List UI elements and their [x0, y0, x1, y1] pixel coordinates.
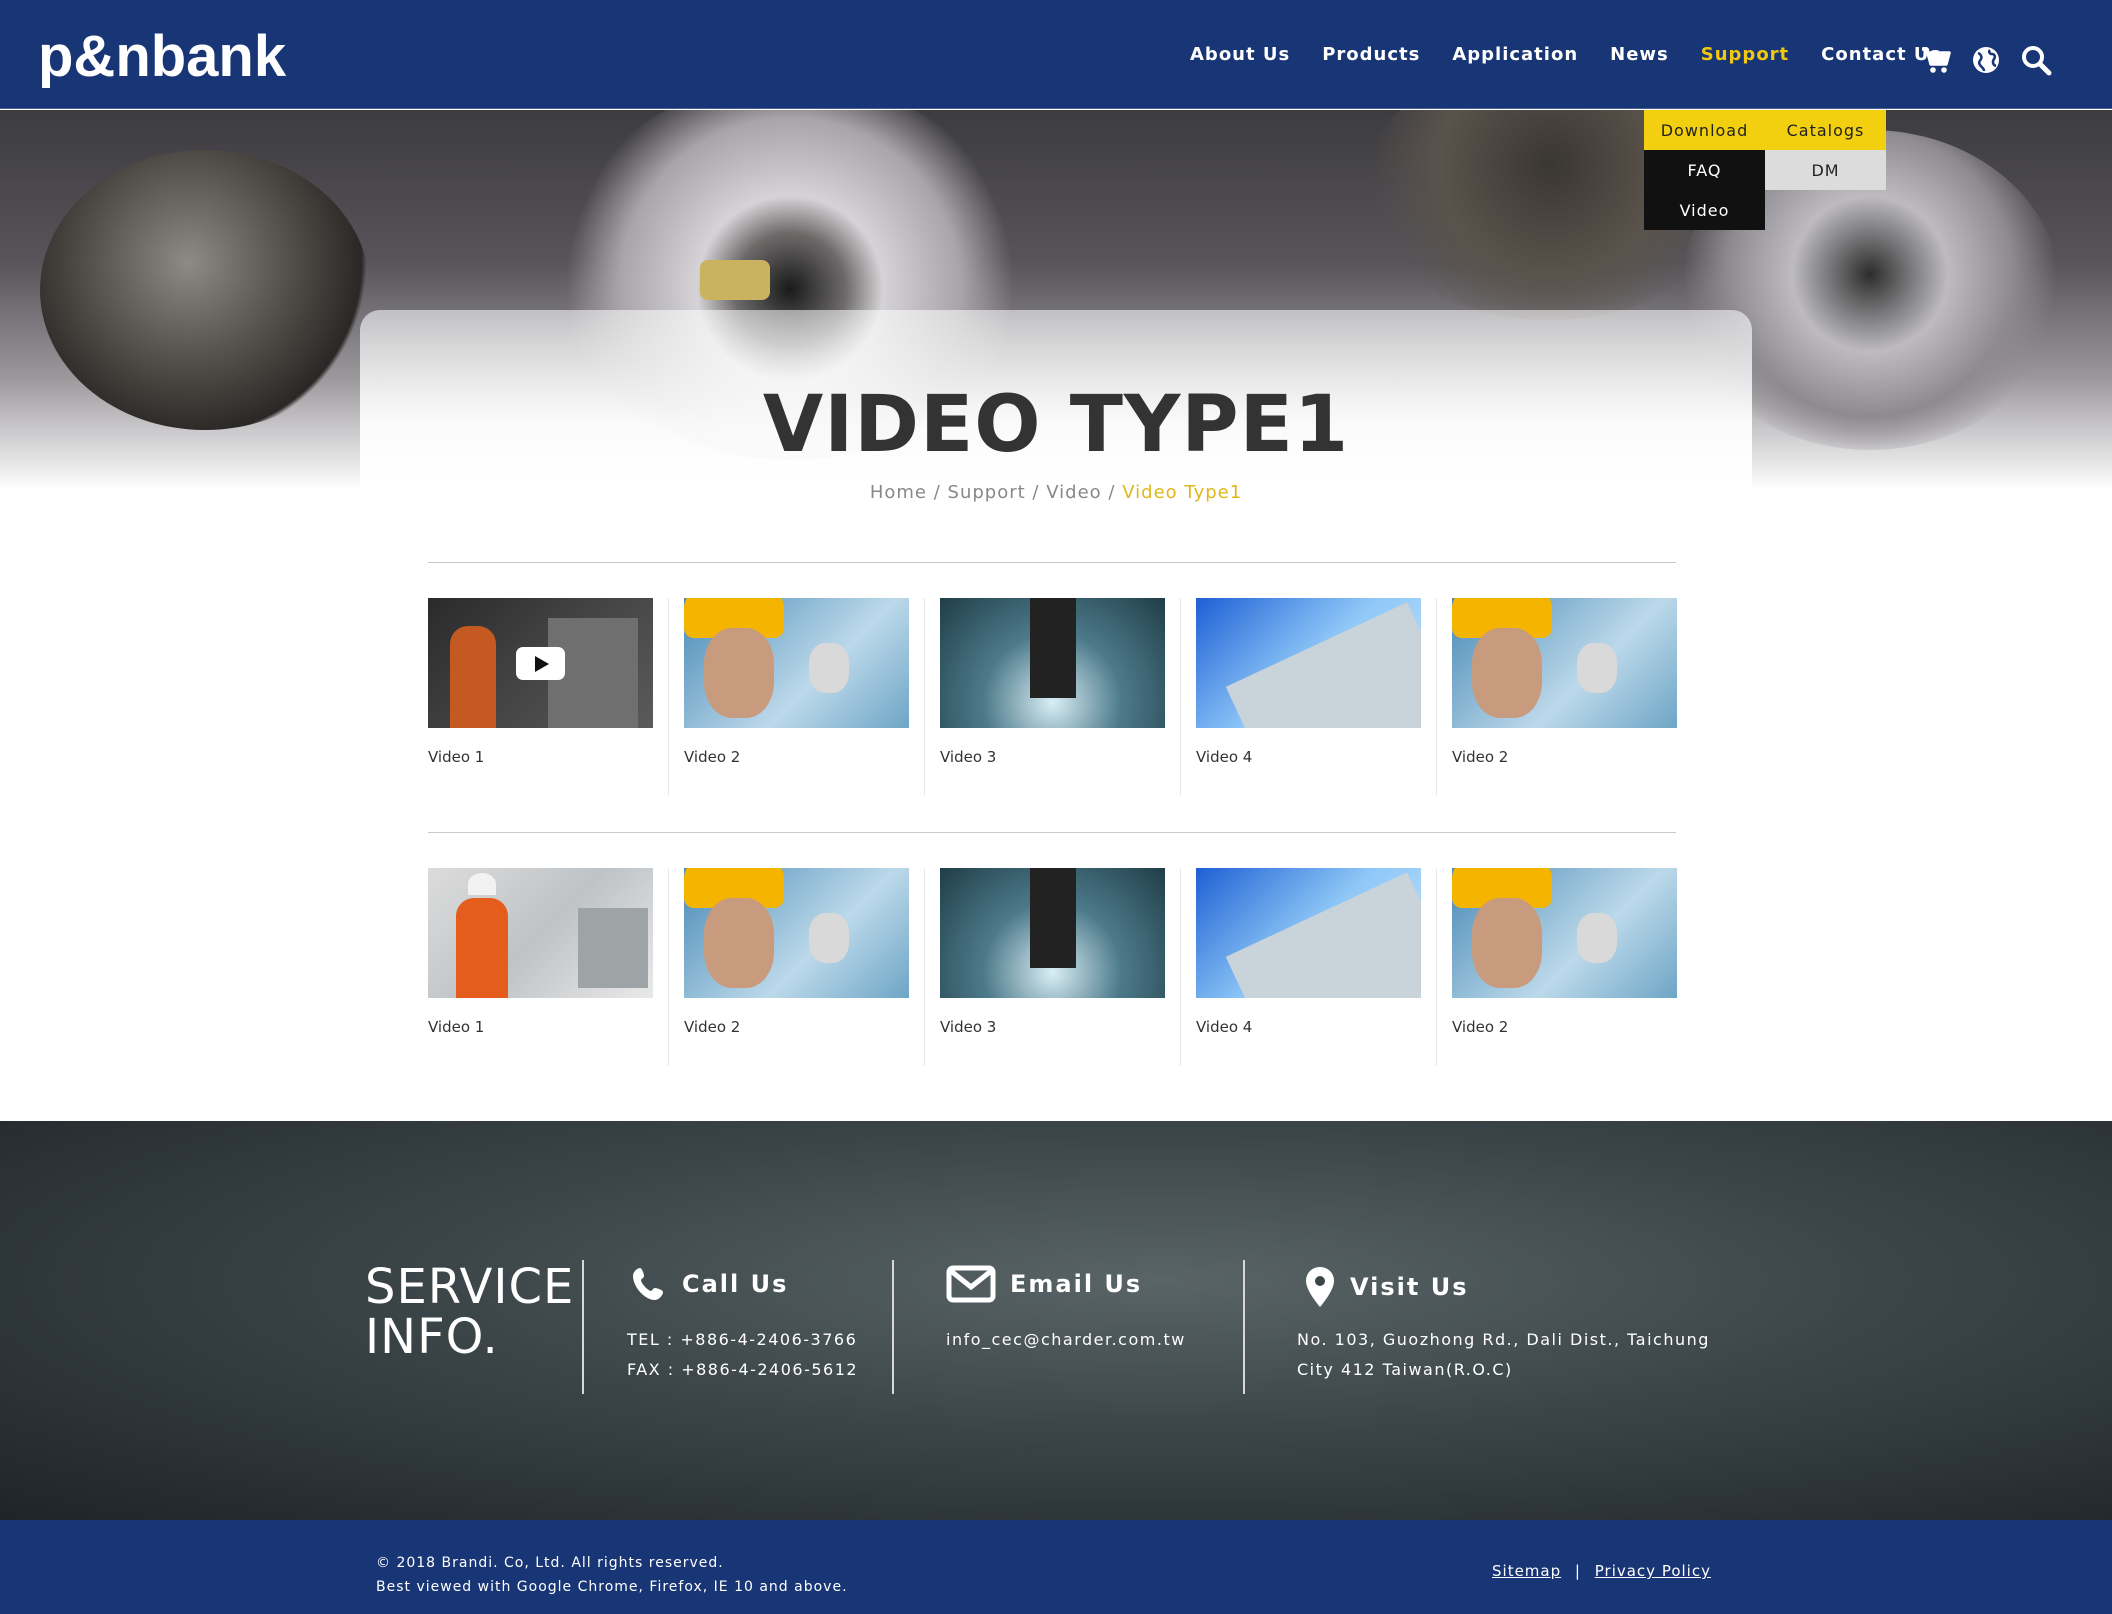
video-title[interactable]: Video 1 [428, 1018, 653, 1036]
video-title[interactable]: Video 4 [1196, 1018, 1421, 1036]
tel-number[interactable]: TEL : +886-4-2406-3766 [627, 1325, 858, 1355]
video-thumbnail[interactable] [1452, 598, 1677, 728]
row-divider [428, 832, 1676, 833]
nav-about-us[interactable]: About Us [1190, 44, 1290, 65]
video-title[interactable]: Video 2 [684, 1018, 909, 1036]
video-card[interactable]: Video 2 [684, 598, 925, 796]
email-us-title: Email Us [1010, 1270, 1143, 1298]
video-thumbnail[interactable] [428, 598, 653, 728]
service-info-heading: SERVICE INFO. [365, 1262, 574, 1362]
copyright: © 2018 Brandi. Co, Ltd. All rights reser… [376, 1551, 848, 1599]
video-card[interactable]: Video 2 [1452, 598, 1677, 766]
submenu-faq[interactable]: FAQ [1644, 150, 1765, 190]
site-header: p&nbank About Us Products Application Ne… [0, 0, 2112, 109]
submenu-dm[interactable]: DM [1765, 150, 1886, 190]
search-icon[interactable] [2020, 44, 2052, 76]
breadcrumb-sep: / [933, 482, 941, 503]
video-title[interactable]: Video 1 [428, 748, 653, 766]
breadcrumb-current: Video Type1 [1122, 482, 1243, 503]
sitemap-link[interactable]: Sitemap [1492, 1562, 1561, 1580]
address: No. 103, Guozhong Rd., Dali Dist., Taich… [1297, 1325, 1710, 1385]
globe-icon[interactable] [1970, 44, 2002, 76]
nav-application[interactable]: Application [1452, 44, 1578, 65]
envelope-icon [946, 1265, 996, 1303]
video-title[interactable]: Video 2 [1452, 1018, 1677, 1036]
video-card[interactable]: Video 1 [428, 868, 669, 1066]
address-line-2: City 412 Taiwan(R.O.C) [1297, 1360, 1513, 1379]
map-pin-icon [1306, 1267, 1334, 1307]
video-row-1: Video 1 Video 2 Video 3 Video 4 Video 2 [428, 598, 1690, 796]
email-us-heading: Email Us [946, 1265, 1142, 1303]
nav-products[interactable]: Products [1322, 44, 1420, 65]
video-card[interactable]: Video 4 [1196, 868, 1437, 1066]
video-title[interactable]: Video 2 [1452, 748, 1677, 766]
browser-note: Best viewed with Google Chrome, Firefox,… [376, 1579, 848, 1595]
breadcrumb-home[interactable]: Home [870, 482, 927, 503]
nav-news[interactable]: News [1610, 44, 1669, 65]
video-title[interactable]: Video 3 [940, 748, 1165, 766]
play-icon[interactable] [516, 647, 565, 680]
call-us-details: TEL : +886-4-2406-3766 FAX : +886-4-2406… [627, 1325, 858, 1385]
breadcrumb: Home / Support / Video / Video Type1 [0, 482, 2112, 503]
video-thumbnail[interactable] [1196, 868, 1421, 998]
visit-us-heading: Visit Us [1304, 1265, 1469, 1309]
video-card[interactable]: Video 3 [940, 598, 1181, 796]
privacy-policy-link[interactable]: Privacy Policy [1595, 1562, 1711, 1580]
video-card[interactable]: Video 4 [1196, 598, 1437, 796]
fax-number: FAX : +886-4-2406-5612 [627, 1360, 859, 1379]
header-icons [1920, 44, 2070, 76]
phone-icon [633, 1268, 663, 1300]
video-card[interactable]: Video 2 [684, 868, 925, 1066]
footer-links: Sitemap | Privacy Policy [1492, 1562, 1711, 1580]
video-card[interactable]: Video 2 [1452, 868, 1677, 1036]
video-card[interactable]: Video 3 [940, 868, 1181, 1066]
page-title: VIDEO TYPE1 [762, 380, 1350, 470]
main-nav: About Us Products Application News Suppo… [1190, 0, 1973, 109]
submenu-catalogs[interactable]: Catalogs [1765, 110, 1886, 150]
footer-bottom-bar [0, 1520, 2112, 1614]
row-divider [428, 562, 1676, 563]
visit-us-title: Visit Us [1350, 1273, 1469, 1301]
video-title[interactable]: Video 4 [1196, 748, 1421, 766]
email-address[interactable]: info_cec@charder.com.tw [946, 1325, 1186, 1355]
video-thumbnail[interactable] [1196, 598, 1421, 728]
footer-service [0, 1121, 2112, 1520]
breadcrumb-sep: / [1032, 482, 1040, 503]
nav-support[interactable]: Support [1701, 44, 1789, 65]
logo-text: p&nbank [38, 24, 287, 89]
link-separator: | [1574, 1562, 1581, 1580]
video-thumbnail[interactable] [428, 868, 653, 998]
footer-divider [892, 1260, 894, 1394]
video-thumbnail[interactable] [940, 868, 1165, 998]
cart-icon[interactable] [1920, 44, 1952, 76]
logo[interactable]: p&nbank [38, 24, 288, 94]
service-line-2: INFO. [365, 1309, 499, 1365]
submenu-download[interactable]: Download [1644, 110, 1765, 150]
video-row-2: Video 1 Video 2 Video 3 Video 4 Video 2 [428, 868, 1690, 1066]
submenu-video[interactable]: Video [1644, 190, 1765, 230]
video-card[interactable]: Video 1 [428, 598, 669, 796]
video-thumbnail[interactable] [684, 598, 909, 728]
video-thumbnail[interactable] [684, 868, 909, 998]
copyright-text: © 2018 Brandi. Co, Ltd. All rights reser… [376, 1555, 724, 1571]
footer-divider [1243, 1260, 1245, 1394]
call-us-heading: Call Us [630, 1265, 788, 1303]
service-line-1: SERVICE [365, 1259, 575, 1315]
video-thumbnail[interactable] [940, 598, 1165, 728]
call-us-title: Call Us [682, 1270, 789, 1298]
breadcrumb-support[interactable]: Support [948, 482, 1026, 503]
video-thumbnail[interactable] [1452, 868, 1677, 998]
address-line-1: No. 103, Guozhong Rd., Dali Dist., Taich… [1297, 1330, 1710, 1349]
breadcrumb-video[interactable]: Video [1046, 482, 1101, 503]
footer-divider [582, 1260, 584, 1394]
video-title[interactable]: Video 3 [940, 1018, 1165, 1036]
video-title[interactable]: Video 2 [684, 748, 909, 766]
breadcrumb-sep: / [1108, 482, 1116, 503]
